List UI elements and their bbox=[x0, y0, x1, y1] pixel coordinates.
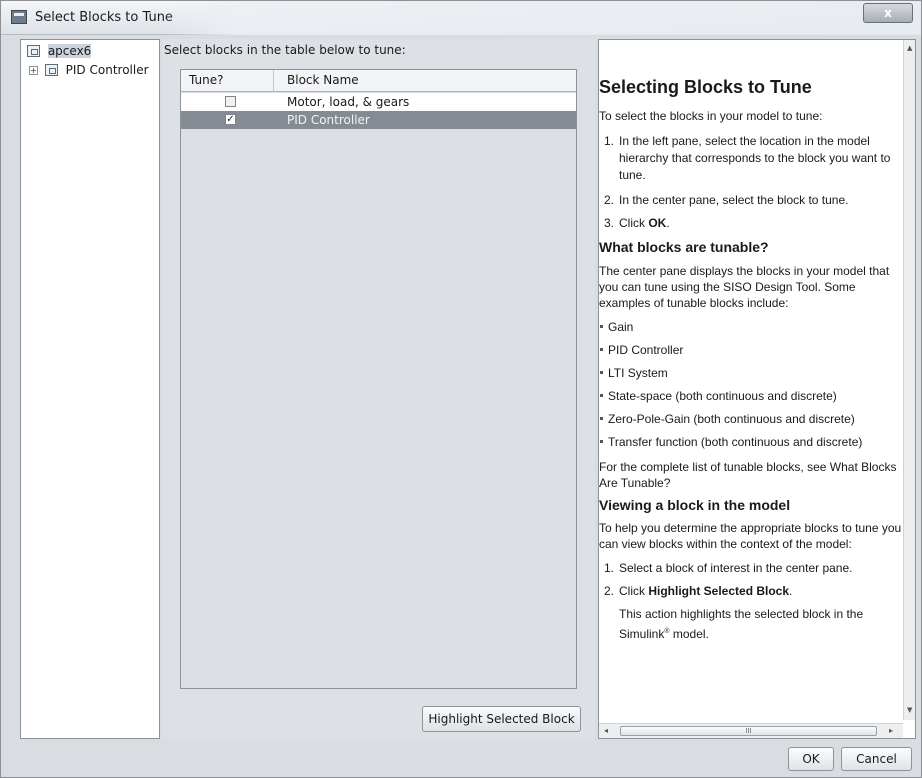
select-steps-list: 1. In the left pane, select the location… bbox=[599, 133, 902, 237]
window-icon bbox=[11, 10, 27, 24]
scroll-thumb[interactable]: III bbox=[620, 726, 877, 736]
tree-node-pid-controller[interactable]: + PID Controller bbox=[29, 62, 149, 78]
close-button[interactable]: x bbox=[863, 3, 913, 23]
scroll-up-icon[interactable]: ▲ bbox=[907, 44, 912, 52]
tree-node-label: PID Controller bbox=[65, 63, 149, 77]
model-block-icon bbox=[27, 45, 40, 57]
table-row[interactable]: Motor, load, & gears bbox=[181, 93, 576, 111]
step-item: 2. Click Highlight Selected Block. This … bbox=[604, 584, 864, 641]
scroll-right-icon[interactable]: ▸ bbox=[889, 726, 893, 735]
ok-button[interactable]: OK bbox=[788, 747, 834, 771]
highlight-selected-block-button[interactable]: Highlight Selected Block bbox=[422, 706, 581, 732]
list-item: State-space (both continuous and discret… bbox=[599, 388, 902, 411]
block-name-cell: Motor, load, & gears bbox=[287, 95, 410, 109]
section-text: To help you determine the appropriate bl… bbox=[599, 521, 902, 551]
help-intro: To select the blocks in your model to tu… bbox=[599, 109, 823, 123]
tree-node-label: apcex6 bbox=[47, 44, 92, 58]
section-heading: What blocks are tunable? bbox=[599, 239, 769, 255]
column-header-block-name[interactable]: Block Name bbox=[287, 73, 359, 87]
list-item: PID Controller bbox=[599, 342, 902, 365]
help-horizontal-scrollbar[interactable]: ◂ III ▸ bbox=[599, 723, 903, 738]
blocks-table[interactable]: Tune? Block Name Motor, load, & gears ✓ … bbox=[180, 69, 577, 689]
step-item: 3. Click OK. bbox=[604, 216, 670, 230]
select-blocks-dialog: Select Blocks to Tune x apcex6 + PID Con… bbox=[0, 0, 922, 778]
window-title: Select Blocks to Tune bbox=[35, 10, 173, 25]
help-content: Selecting Blocks to Tune To select the b… bbox=[599, 40, 902, 641]
scroll-left-icon[interactable]: ◂ bbox=[604, 726, 608, 735]
list-item: Zero-Pole-Gain (both continuous and disc… bbox=[599, 411, 902, 434]
tree-node-root[interactable]: apcex6 bbox=[27, 43, 92, 59]
table-instructions: Select blocks in the table below to tune… bbox=[164, 43, 406, 57]
help-pane[interactable]: Selecting Blocks to Tune To select the b… bbox=[598, 39, 916, 739]
title-bar-glass bbox=[161, 1, 921, 35]
section-footer-text: For the complete list of tunable blocks,… bbox=[599, 460, 897, 490]
block-selection-pane: Select blocks in the table below to tune… bbox=[162, 39, 595, 739]
expand-icon[interactable]: + bbox=[29, 66, 38, 75]
list-item: LTI System bbox=[599, 365, 902, 388]
tunable-blocks-list: Gain PID Controller LTI System State-spa… bbox=[599, 319, 902, 457]
step-item: 1. In the left pane, select the location… bbox=[604, 134, 891, 182]
list-item: Transfer function (both continuous and d… bbox=[599, 434, 902, 457]
title-bar[interactable]: Select Blocks to Tune x bbox=[1, 1, 921, 35]
cancel-button[interactable]: Cancel bbox=[841, 747, 912, 771]
column-header-tune[interactable]: Tune? bbox=[189, 73, 223, 87]
help-title: Selecting Blocks to Tune bbox=[599, 77, 812, 97]
step-item: 2. In the center pane, select the block … bbox=[604, 193, 849, 207]
model-block-icon bbox=[44, 64, 58, 76]
scroll-down-icon[interactable]: ▼ bbox=[907, 706, 912, 714]
tune-checkbox[interactable]: ✓ bbox=[225, 114, 236, 125]
help-vertical-scrollbar[interactable]: ▲ ▼ bbox=[903, 40, 915, 720]
view-steps-list: 1. Select a block of interest in the cen… bbox=[599, 560, 902, 641]
model-hierarchy-tree[interactable]: apcex6 + PID Controller bbox=[20, 39, 160, 739]
table-row-selected[interactable]: ✓ PID Controller bbox=[181, 111, 576, 129]
section-text: The center pane displays the blocks in y… bbox=[599, 264, 890, 310]
section-heading: Viewing a block in the model bbox=[599, 497, 791, 513]
dialog-footer: OK Cancel bbox=[1, 741, 921, 777]
block-name-cell: PID Controller bbox=[287, 113, 370, 127]
column-divider[interactable] bbox=[273, 70, 274, 92]
tune-checkbox[interactable] bbox=[225, 96, 236, 107]
list-item: Gain bbox=[599, 319, 902, 342]
table-header: Tune? Block Name bbox=[181, 70, 576, 92]
step-item: 1. Select a block of interest in the cen… bbox=[604, 561, 853, 575]
